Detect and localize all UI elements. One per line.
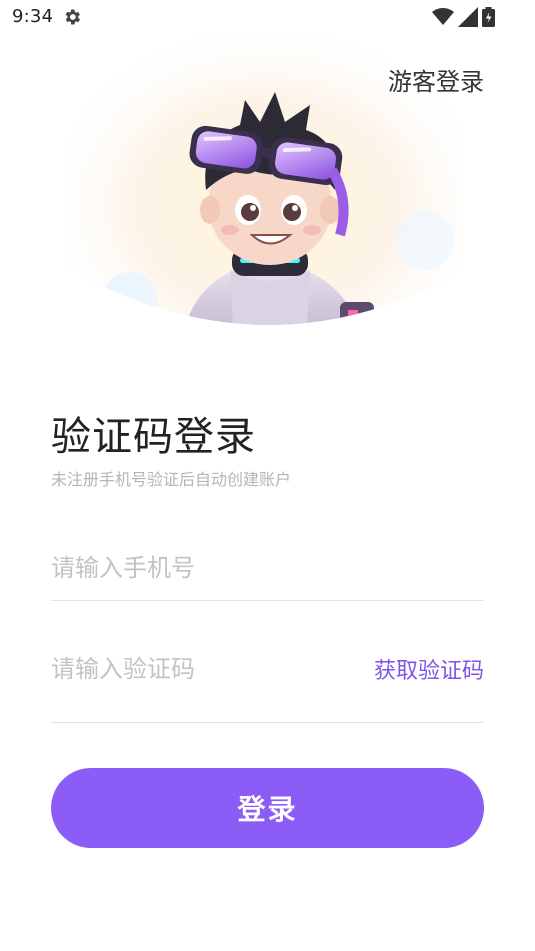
- page-subtitle: 未注册手机号验证后自动创建账户: [51, 470, 292, 489]
- guest-login-button[interactable]: 游客登录: [388, 62, 484, 97]
- get-code-button[interactable]: 获取验证码: [374, 653, 484, 685]
- settings-gear-icon: [65, 9, 80, 25]
- page-title: 验证码登录: [51, 414, 256, 460]
- battery-icon: [482, 7, 495, 27]
- login-button[interactable]: 登录: [51, 768, 484, 848]
- signal-icon: [458, 7, 478, 27]
- code-field-row: 获取验证码: [51, 641, 484, 723]
- verification-code-input[interactable]: [51, 649, 351, 689]
- status-time: 9:34: [12, 6, 54, 27]
- phone-input[interactable]: [51, 548, 351, 588]
- wifi-icon: [432, 8, 454, 25]
- phone-field-row: [51, 540, 484, 601]
- status-icons: [432, 7, 495, 27]
